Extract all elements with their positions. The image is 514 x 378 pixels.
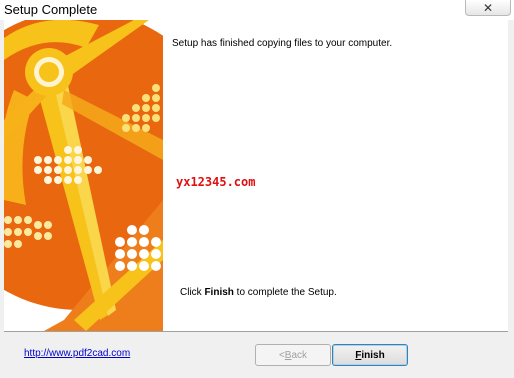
footer-divider <box>4 331 508 332</box>
wizard-content: Setup has finished copying files to your… <box>4 20 508 331</box>
back-label-accel: B <box>284 349 292 361</box>
instruction-finish-word: Finish <box>204 287 234 298</box>
setup-window: Setup Complete ✕ Setup has finished copy… <box>0 0 514 378</box>
back-button[interactable]: < Back <box>255 344 331 366</box>
finish-instruction: Click Finish to complete the Setup. <box>180 287 337 298</box>
back-label-rest: ack <box>291 349 308 361</box>
close-icon: ✕ <box>482 0 494 15</box>
finish-label-rest: inish <box>361 349 385 361</box>
title-bar: Setup Complete ✕ <box>0 0 514 20</box>
close-button[interactable]: ✕ <box>465 0 511 16</box>
setup-finished-message: Setup has finished copying files to your… <box>172 38 393 49</box>
watermark-text: yx12345.com <box>176 175 256 189</box>
instruction-prefix: Click <box>180 287 205 298</box>
finish-button[interactable]: Finish <box>332 344 408 366</box>
wizard-banner <box>4 20 163 331</box>
website-link[interactable]: http://www.pdf2cad.com <box>24 348 130 359</box>
instruction-suffix: to complete the Setup. <box>233 287 337 298</box>
sun-beach-ball-graphic <box>4 20 163 331</box>
window-title: Setup Complete <box>4 2 98 17</box>
